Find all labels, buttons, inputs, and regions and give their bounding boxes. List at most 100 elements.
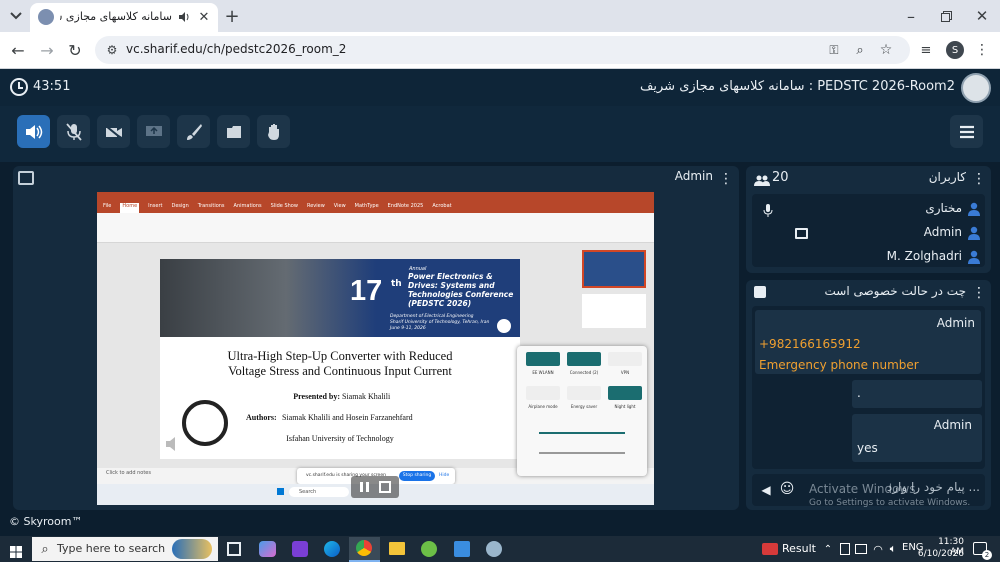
tray-usb-icon[interactable] [840, 543, 850, 555]
ppt-tab[interactable]: View [334, 203, 346, 213]
back-icon[interactable]: ← [9, 40, 27, 60]
ppt-tab[interactable]: Insert [148, 203, 162, 213]
ppt-tab[interactable]: Review [307, 203, 325, 213]
airplane-tile[interactable] [526, 386, 560, 400]
url-text: vc.sharif.edu/ch/pedstc2026_room_2 [126, 42, 347, 56]
app-blue-icon[interactable] [454, 541, 470, 557]
user-screen-share-icon [795, 228, 808, 239]
media-controls-icon[interactable]: ≡ [917, 40, 935, 60]
new-tab-icon[interactable]: + [222, 6, 242, 27]
browser-tab[interactable]: سامانه کلاسهای مجازی شریف - ✕ [30, 3, 218, 32]
slide-thumbnail[interactable] [582, 294, 646, 328]
copilot-icon[interactable] [259, 541, 276, 557]
profile-avatar[interactable]: S [946, 41, 964, 59]
remote-search[interactable]: Search [289, 487, 349, 497]
zoom-icon[interactable]: ⌕ [851, 41, 869, 59]
user-name[interactable]: M. Zolghadri [860, 249, 962, 265]
files-button[interactable] [217, 115, 250, 148]
chrome-taskbar-button[interactable] [349, 537, 380, 562]
pause-icon[interactable] [360, 482, 363, 492]
edge-icon[interactable] [324, 541, 340, 557]
chat-sender: Admin [936, 316, 975, 330]
user-name[interactable]: Admin [860, 225, 962, 241]
result-label[interactable]: Result [782, 542, 822, 556]
site-info-icon[interactable]: ⚙ [103, 41, 121, 59]
stop-sharing-button[interactable]: Stop sharing [399, 471, 435, 481]
ppt-tab[interactable]: EndNote 2025 [388, 203, 424, 213]
address-bar[interactable]: ⚙ vc.sharif.edu/ch/pedstc2026_room_2 ⚿ ⌕… [95, 36, 910, 64]
nightlight-tile[interactable] [608, 386, 642, 400]
hide-button[interactable]: Hide [439, 473, 449, 478]
file-explorer-icon[interactable] [389, 542, 405, 555]
emergency-phone[interactable]: +982166165912 [759, 337, 959, 353]
ppt-tab[interactable]: Slide Show [271, 203, 298, 213]
task-view-icon[interactable] [227, 542, 241, 556]
minimize-icon[interactable]: – [902, 6, 920, 26]
chat-panel-menu-icon[interactable]: ⋮ [972, 284, 986, 302]
tray-date[interactable]: 6/10/2026 [915, 549, 964, 561]
tray-time[interactable]: 11:30 AM [924, 537, 964, 557]
tab-close-icon[interactable]: ✕ [196, 9, 212, 25]
ppt-tab[interactable]: Home [120, 203, 140, 213]
slide-thumbnail[interactable] [582, 250, 646, 288]
tab-search-chevron-icon[interactable] [6, 7, 26, 25]
bookmark-star-icon[interactable]: ☆ [877, 41, 895, 59]
raise-hand-button[interactable] [257, 115, 290, 148]
user-mic-icon [763, 203, 773, 217]
hamburger-icon [959, 125, 974, 138]
close-window-icon[interactable]: ✕ [973, 6, 991, 26]
brightness-slider[interactable] [539, 432, 625, 434]
energy-tile[interactable] [567, 386, 601, 400]
reload-icon[interactable]: ↻ [66, 40, 84, 60]
restore-icon[interactable] [937, 6, 955, 26]
taskbar-search[interactable]: ⌕ Type here to search [32, 537, 218, 561]
chat-icon [754, 286, 766, 298]
tray-volume-icon[interactable]: 🔈︎ [886, 541, 900, 557]
visual-studio-icon[interactable] [292, 541, 308, 557]
ppt-ribbon [97, 213, 654, 243]
ppt-tab[interactable]: Animations [234, 203, 262, 213]
windows-start-icon[interactable] [10, 543, 22, 558]
emergency-label: Emergency phone number [759, 358, 919, 372]
speaker-button[interactable] [17, 115, 50, 148]
mute-overlay-icon [165, 436, 181, 452]
ppt-tab[interactable]: Design [171, 203, 188, 213]
sharif-seal-logo [495, 317, 513, 335]
tray-display-icon[interactable] [855, 544, 867, 554]
send-icon[interactable]: ◀ [759, 482, 773, 498]
user-name[interactable]: مختاری [860, 201, 962, 217]
wifi-tile[interactable] [526, 352, 560, 366]
ppt-tab[interactable]: Acrobat [432, 203, 451, 213]
browser-menu-icon[interactable]: ⋮ [975, 40, 989, 60]
key-icon[interactable]: ⚿ [825, 41, 843, 59]
tab-audio-icon[interactable] [176, 9, 192, 25]
tray-chevron-icon[interactable]: ⌃ [822, 541, 834, 557]
ppt-tab[interactable]: File [103, 203, 111, 213]
volume-slider[interactable] [539, 452, 625, 454]
presenter-name: Admin [674, 169, 713, 183]
mic-button[interactable] [57, 115, 90, 148]
chat-message: . [852, 380, 982, 408]
emoji-icon[interactable]: ☺ [779, 481, 795, 497]
vpn-tile[interactable] [608, 352, 642, 366]
screen-share-button[interactable] [137, 115, 170, 148]
menu-button[interactable] [950, 115, 983, 148]
tray-wifi-icon[interactable]: ◠ [871, 541, 885, 557]
whiteboard-button[interactable] [177, 115, 210, 148]
fullscreen-icon[interactable] [379, 481, 391, 493]
ppt-tab[interactable]: MathType [355, 203, 379, 213]
ppt-tab[interactable]: Transitions [198, 203, 225, 213]
bluetooth-tile[interactable] [567, 352, 601, 366]
remote-start-icon[interactable] [277, 488, 284, 495]
app-disk-icon[interactable] [486, 541, 502, 557]
app-green-icon[interactable] [421, 541, 437, 557]
iut-logo [182, 400, 228, 446]
clock-icon [10, 78, 28, 96]
camera-button[interactable] [97, 115, 130, 148]
users-panel-menu-icon[interactable]: ⋮ [972, 170, 986, 188]
session-timer: 43:51 [33, 79, 71, 94]
forward-icon[interactable]: → [38, 40, 56, 60]
video-panel-menu-icon[interactable]: ⋮ [719, 170, 733, 188]
user-person-icon [968, 225, 980, 240]
chat-message: Admin yes [852, 414, 982, 462]
